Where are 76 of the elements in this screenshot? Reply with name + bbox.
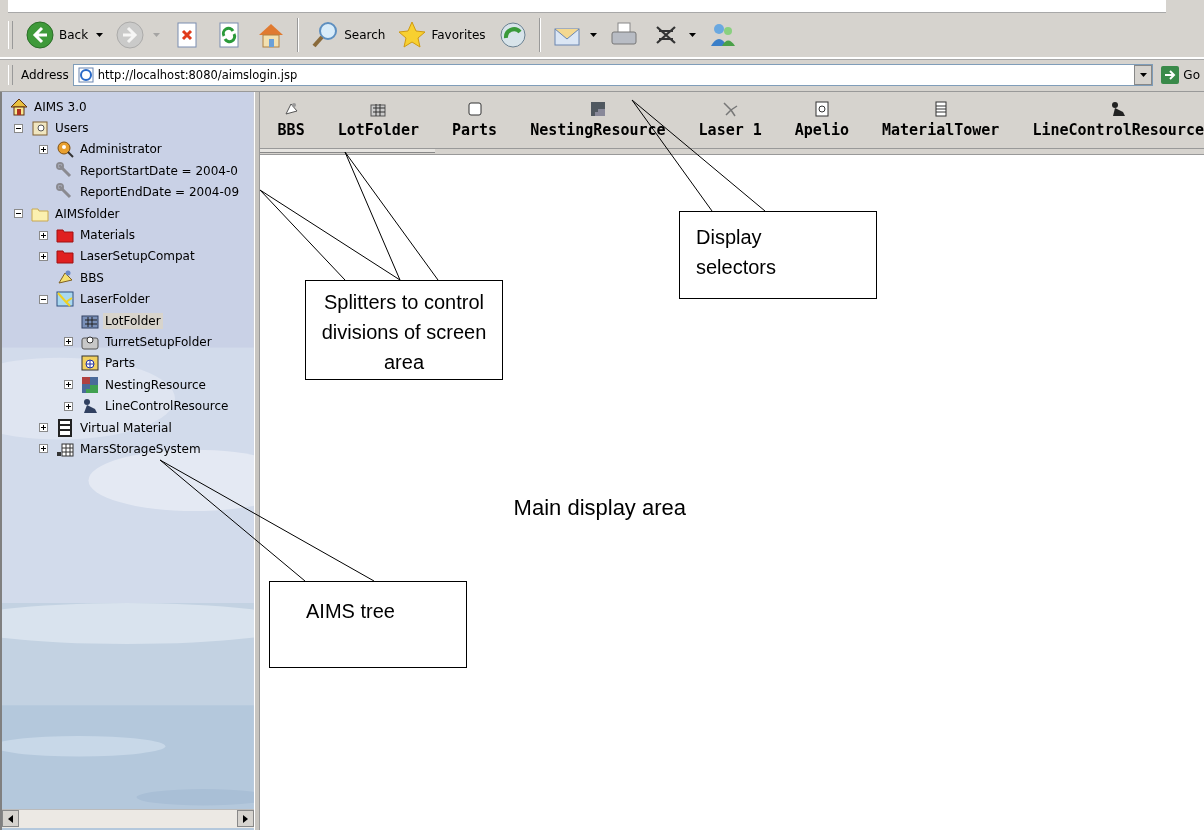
- display-selector[interactable]: LineControlResource: [1032, 101, 1204, 139]
- expander-icon[interactable]: [64, 401, 73, 411]
- dropdown-button[interactable]: [1134, 65, 1153, 85]
- splitter[interactable]: [259, 149, 435, 153]
- display-selector[interactable]: Apelio: [794, 101, 849, 139]
- display-selector[interactable]: MaterialTower: [882, 101, 1000, 139]
- tree-item[interactable]: BBS: [78, 269, 106, 286]
- expander-icon[interactable]: [14, 209, 23, 219]
- go-button[interactable]: Go: [1157, 66, 1204, 84]
- tree-item[interactable]: Materials: [78, 227, 137, 244]
- tree-item[interactable]: NestingResource: [103, 376, 208, 393]
- scroll-left-button[interactable]: [2, 810, 19, 827]
- parts-icon: [466, 101, 483, 117]
- bell-icon: [56, 268, 74, 287]
- page-icon: [77, 67, 94, 83]
- bell-icon: [283, 101, 300, 117]
- expander-icon[interactable]: [14, 123, 23, 133]
- tree-item[interactable]: MarsStorageSystem: [78, 440, 203, 457]
- tree-item[interactable]: LaserFolder: [78, 291, 152, 308]
- expander-icon[interactable]: [64, 337, 73, 347]
- lot-icon: [370, 101, 387, 117]
- media-icon: [497, 20, 528, 50]
- wrench-icon: [56, 161, 74, 180]
- tree-item[interactable]: Virtual Material: [78, 419, 174, 436]
- left-arrow-icon: [8, 814, 13, 823]
- display-selector[interactable]: NestingResource: [530, 101, 666, 139]
- callout-text: Splitters to control divisions of screen area: [320, 290, 488, 373]
- callout-text: Display selectors: [696, 225, 778, 280]
- expander-icon[interactable]: [39, 144, 48, 154]
- tree-item[interactable]: Users: [53, 120, 91, 137]
- caret-icon: [688, 33, 696, 37]
- figure-icon: [81, 397, 99, 416]
- star-icon: [397, 20, 428, 50]
- tree-item[interactable]: AIMSfolder: [53, 205, 122, 222]
- ladder-icon: [56, 418, 74, 437]
- expander-icon[interactable]: [39, 251, 48, 261]
- display-selector[interactable]: Laser 1: [698, 101, 762, 139]
- main-area-caption: Main display area: [513, 495, 687, 521]
- tree-item[interactable]: LaserSetupCompat: [78, 248, 197, 265]
- tree-item[interactable]: AIMS 3.0: [32, 98, 89, 115]
- favorites-button[interactable]: Favorites: [393, 18, 490, 52]
- expander-icon[interactable]: [64, 380, 73, 390]
- search-button[interactable]: Search: [306, 18, 390, 52]
- tree-item[interactable]: Parts: [103, 355, 137, 372]
- right-arrow-icon: [242, 814, 248, 823]
- back-button[interactable]: Back: [21, 18, 108, 52]
- caret-icon: [1139, 73, 1147, 77]
- display-selector[interactable]: BBS: [277, 101, 305, 139]
- turret-icon: [81, 333, 99, 351]
- tree-item[interactable]: TurretSetupFolder: [103, 334, 214, 350]
- figure-icon: [1110, 101, 1127, 117]
- caret-icon: [153, 33, 161, 37]
- address-field[interactable]: http://localhost:8080/aimslogin.jsp: [72, 64, 1154, 86]
- document-icon: [813, 101, 830, 117]
- caret-icon: [96, 33, 104, 37]
- tree-item[interactable]: ReportStartDate = 2004-0: [78, 162, 240, 179]
- tree-item[interactable]: LineControlResource: [103, 398, 231, 415]
- expander-icon[interactable]: [39, 294, 48, 304]
- folder-icon: [56, 226, 74, 245]
- address-label: Address: [21, 68, 69, 82]
- folder-icon: [56, 247, 74, 266]
- display-selector[interactable]: Parts: [451, 101, 498, 139]
- display-selector[interactable]: LotFolder: [337, 101, 419, 139]
- parts-icon: [81, 354, 99, 373]
- caret-icon: [589, 33, 597, 37]
- nesting-icon: [589, 101, 606, 117]
- expander-icon[interactable]: [39, 423, 48, 433]
- callout-text: AIMS tree: [306, 599, 395, 624]
- scroll-right-button[interactable]: [236, 810, 254, 827]
- expander-icon[interactable]: [39, 230, 48, 240]
- house-icon: [10, 97, 28, 116]
- expander-icon[interactable]: [39, 444, 48, 454]
- scrollbar[interactable]: [2, 809, 254, 828]
- tree-item[interactable]: Administrator: [78, 141, 164, 158]
- ladder-icon: [932, 101, 949, 117]
- tree-item[interactable]: ReportEndDate = 2004-09: [78, 184, 242, 201]
